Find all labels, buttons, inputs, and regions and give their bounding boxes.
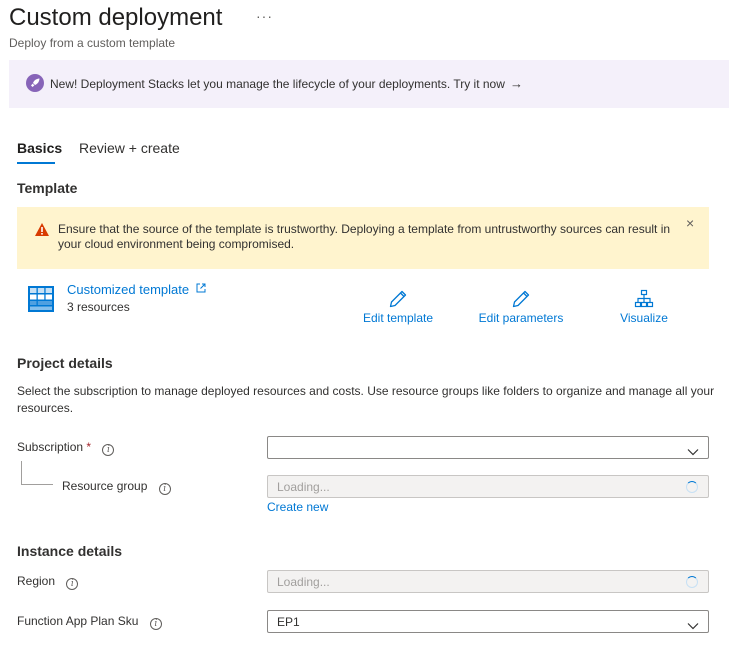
banner-text[interactable]: New! Deployment Stacks let you manage th…: [50, 77, 505, 91]
chevron-down-icon: [687, 617, 699, 635]
rocket-icon: [26, 74, 44, 92]
loading-spinner-icon: [686, 481, 698, 493]
edit-parameters-button[interactable]: Edit parameters: [472, 289, 570, 325]
info-icon[interactable]: i: [102, 444, 115, 456]
close-icon[interactable]: ×: [686, 215, 694, 231]
chevron-down-icon: [687, 443, 699, 461]
edit-parameters-label: Edit parameters: [478, 311, 564, 325]
arrow-right-icon[interactable]: →: [510, 76, 523, 91]
subscription-label: Subscription: [17, 440, 84, 454]
subscription-label-row: Subscription * i: [17, 440, 115, 456]
region-value: Loading...: [277, 575, 330, 589]
resource-group-label: Resource group: [62, 479, 148, 493]
deployment-stacks-banner: New! Deployment Stacks let you manage th…: [9, 60, 729, 108]
region-label: Region: [17, 574, 56, 588]
tab-basics[interactable]: Basics: [17, 140, 62, 156]
region-dropdown: Loading...: [267, 570, 709, 593]
active-tab-indicator: [17, 162, 55, 164]
template-grid-icon: [28, 286, 54, 317]
pencil-icon: [357, 289, 439, 311]
template-heading: Template: [17, 180, 78, 196]
info-icon[interactable]: i: [158, 483, 171, 495]
visualize-button[interactable]: Visualize: [610, 289, 678, 325]
create-new-link[interactable]: Create new: [267, 500, 328, 514]
customized-template-link[interactable]: Customized template: [67, 281, 206, 297]
project-details-description: Select the subscription to manage deploy…: [17, 384, 715, 415]
pencil-icon: [472, 289, 570, 311]
resource-group-value: Loading...: [277, 480, 330, 494]
resource-count: 3 resources: [67, 300, 130, 314]
project-details-heading: Project details: [17, 355, 113, 371]
page-title: Custom deployment: [9, 4, 223, 31]
plan-sku-label-row: Function App Plan Sku i: [17, 614, 162, 630]
more-options-button[interactable]: ···: [256, 8, 273, 24]
plan-sku-dropdown[interactable]: EP1: [267, 610, 709, 633]
customized-template-label[interactable]: Customized template: [67, 282, 189, 297]
resource-group-label-row: Resource group i: [62, 479, 171, 495]
tab-review-create[interactable]: Review + create: [79, 140, 180, 156]
instance-details-heading: Instance details: [17, 543, 123, 559]
tree-connector: [21, 461, 53, 485]
hierarchy-icon: [610, 289, 678, 311]
edit-template-label: Edit template: [362, 311, 434, 325]
external-link-icon: [196, 281, 206, 296]
loading-spinner-icon: [686, 576, 698, 588]
edit-template-button[interactable]: Edit template: [357, 289, 439, 325]
region-label-row: Region i: [17, 574, 79, 590]
info-icon[interactable]: i: [66, 578, 79, 590]
warning-text: Ensure that the source of the template i…: [58, 222, 671, 251]
required-marker: *: [86, 440, 92, 454]
plan-sku-label: Function App Plan Sku: [17, 614, 139, 628]
visualize-label: Visualize: [620, 311, 668, 325]
plan-sku-value: EP1: [277, 615, 300, 629]
resource-group-dropdown: Loading...: [267, 475, 709, 498]
info-icon[interactable]: i: [149, 618, 162, 630]
subscription-dropdown[interactable]: [267, 436, 709, 459]
page-subtitle: Deploy from a custom template: [9, 36, 176, 50]
warning-icon: [34, 222, 50, 242]
